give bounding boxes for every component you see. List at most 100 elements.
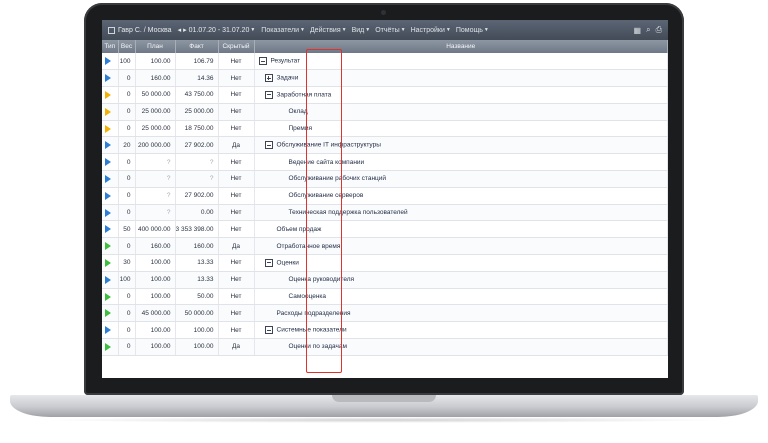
name-cell[interactable]: Ведение сайта компании (254, 153, 668, 172)
hidden-cell: Да (218, 338, 255, 356)
collapse-icon[interactable] (258, 57, 267, 66)
col-fact[interactable]: Факт (175, 40, 219, 53)
name-cell[interactable]: Системные показатели (254, 321, 668, 340)
print-icon[interactable]: ⎙ (656, 25, 662, 35)
weight-cell: 0 (118, 321, 136, 340)
row-name-label: Ведение сайта компании (288, 158, 365, 166)
weight-cell: 30 (118, 254, 136, 272)
menu-item[interactable]: Настройки ▼ (411, 27, 451, 34)
col-type[interactable]: Тип (102, 40, 119, 53)
collapse-icon[interactable] (264, 141, 273, 150)
menu-item[interactable]: Вид ▼ (352, 27, 371, 34)
collapse-icon[interactable] (264, 326, 273, 335)
type-cell (102, 237, 119, 256)
type-cell (102, 86, 119, 104)
table-row[interactable]: 30 100.00 13.33 Нет Оценки (102, 254, 668, 272)
user-selector[interactable]: Гавр С. / Москва (108, 26, 172, 34)
name-cell[interactable]: Заработная плата (254, 86, 668, 104)
expand-icon[interactable] (264, 74, 273, 83)
table-row[interactable]: 0? 27 902.00 Нет Обслуживание серверов (102, 187, 668, 205)
hidden-cell: Нет (218, 204, 255, 222)
table-row[interactable]: 100 100.00 13.33 Нет Оценка руководителя (102, 271, 668, 289)
table-row[interactable]: 0 25 000.00 25 000.00 Нет Оклад (102, 103, 668, 121)
row-name-label: Оценки (276, 259, 299, 267)
name-cell[interactable]: Задачи (254, 69, 668, 88)
flag-icon (105, 342, 111, 351)
table-row[interactable]: 0 100.00 50.00 Нет Самооценка (102, 288, 668, 306)
weight-cell: 50 (118, 220, 136, 239)
fact-cell: ? (175, 153, 219, 172)
chevron-down-icon: ▼ (445, 27, 451, 33)
name-cell[interactable]: Премия (254, 120, 668, 138)
table-row[interactable]: 0 160.00 160.00 Да Отработанное время (102, 237, 668, 256)
plan-cell: 100.00 (135, 254, 176, 272)
menu-item[interactable]: Показатели ▼ (261, 27, 305, 34)
hidden-cell: Нет (218, 304, 255, 323)
plan-cell: ? (135, 153, 176, 172)
search-icon[interactable]: ⌕ (646, 25, 650, 35)
prev-arrow-icon[interactable]: ◂ (178, 26, 182, 34)
table-row[interactable]: 0 50 000.00 43 750.00 Нет Заработная плата (102, 86, 668, 104)
name-cell[interactable]: Обслуживание рабочих станций (254, 170, 668, 188)
name-cell[interactable]: Оценки (254, 254, 668, 272)
flag-icon (105, 107, 111, 116)
fact-cell: 100.00 (175, 321, 219, 340)
table-row[interactable]: 0?? Нет Обслуживание рабочих станций (102, 170, 668, 188)
table-row[interactable]: 0 45 000.00 50 000.00 Нет Расходы подразделе… (102, 304, 668, 323)
weight-cell: 0 (118, 103, 136, 121)
type-cell (102, 187, 119, 205)
type-cell (102, 271, 119, 289)
collapse-icon[interactable] (264, 258, 273, 267)
table-row[interactable]: 0 160.00 14.36 Нет Задачи (102, 69, 668, 88)
flag-icon (105, 158, 111, 167)
kpi-table: Тип Вес План Факт Скрытый Название 100 10… (102, 40, 668, 356)
menu-item-label: Помощь (455, 26, 483, 34)
name-cell[interactable]: Техническая поддержка пользователей (254, 204, 668, 222)
flag-icon (105, 309, 111, 318)
laptop-shadow (40, 417, 728, 423)
hidden-cell: Да (218, 237, 255, 256)
name-cell[interactable]: Оценка руководителя (254, 271, 668, 289)
name-cell[interactable]: Обслуживание серверов (254, 187, 668, 205)
col-name[interactable]: Название (254, 40, 668, 53)
user-icon (108, 26, 115, 34)
menu-item[interactable]: Помощь ▼ (456, 27, 489, 34)
table-row[interactable]: 0 100.00 100.00 Да Оценки по задачам (102, 338, 668, 356)
name-cell[interactable]: Оклад (254, 103, 668, 121)
collapse-icon[interactable] (264, 90, 273, 99)
name-cell[interactable]: Объем продаж (254, 220, 668, 239)
grid-icon[interactable]: ▦ (634, 26, 642, 35)
row-name-label: Премия (288, 125, 313, 133)
next-arrow-icon[interactable]: ▸ (183, 26, 187, 34)
table-row[interactable]: 0 100.00 100.00 Нет Системные показатели (102, 321, 668, 340)
fact-cell: 106.79 (175, 53, 219, 71)
top-toolbar: Гавр С. / Москва ◂ ▸ 01.07.20 - 31.07.20… (102, 20, 668, 40)
name-cell[interactable]: Обслуживание IT инфраструктуры (254, 136, 668, 155)
table-row[interactable]: 50 400 000.00 3 353 398.00 Нет Объем продаж (102, 220, 668, 239)
col-plan[interactable]: План (135, 40, 176, 53)
col-weight[interactable]: Вес (118, 40, 136, 53)
table-row[interactable]: 100 100.00 106.79 Нет Результат (102, 53, 668, 71)
period-selector[interactable]: ◂ ▸ 01.07.20 - 31.07.20 ▼ (178, 26, 256, 35)
table-row[interactable]: 0?? Нет Ведение сайта компании (102, 153, 668, 172)
plan-cell: ? (135, 187, 176, 205)
plan-cell: ? (135, 170, 176, 188)
hidden-cell: Нет (218, 254, 255, 272)
col-hidden[interactable]: Скрытый (218, 40, 255, 53)
fact-cell: 3 353 398.00 (175, 220, 219, 239)
name-cell[interactable]: Отработанное время (254, 237, 668, 256)
name-cell[interactable]: Самооценка (254, 288, 668, 306)
name-cell[interactable]: Результат (254, 53, 668, 71)
menu-item[interactable]: Отчёты ▼ (375, 27, 405, 34)
menu-item[interactable]: Действия ▼ (310, 27, 347, 34)
name-cell[interactable]: Оценки по задачам (254, 338, 668, 356)
table-row[interactable]: 0? 0.00 Нет Техническая поддержка пользоват… (102, 204, 668, 222)
plan-cell: 100.00 (135, 288, 176, 306)
name-cell[interactable]: Расходы подразделения (254, 304, 668, 323)
table-row[interactable]: 20 200 000.00 27 902.00 Да Обслуживание IT и… (102, 136, 668, 155)
table-row[interactable]: 0 25 000.00 18 750.00 Нет Премия (102, 120, 668, 138)
weight-cell: 100 (118, 53, 136, 71)
type-cell (102, 120, 119, 138)
fact-cell: 50 000.00 (175, 304, 219, 323)
hidden-cell: Да (218, 136, 255, 155)
